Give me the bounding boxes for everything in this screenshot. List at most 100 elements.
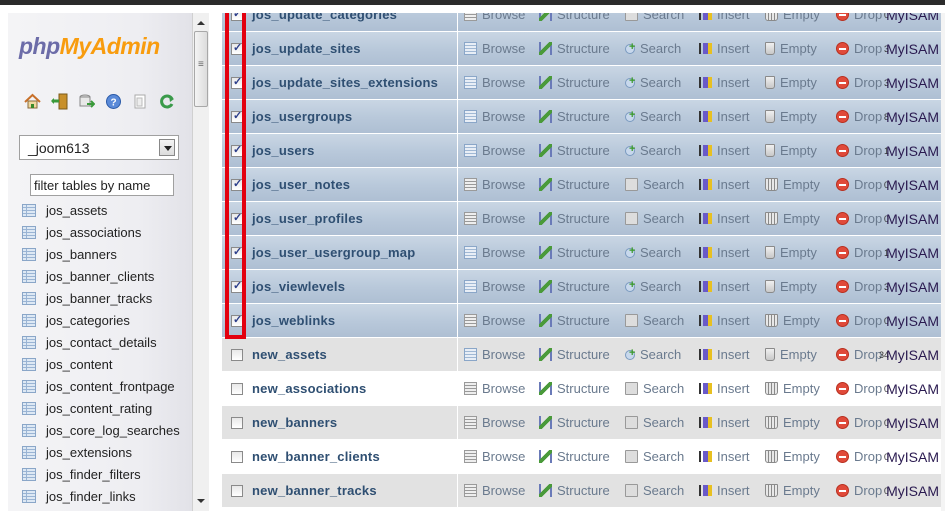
row-checkbox[interactable] <box>231 348 243 361</box>
insert-action[interactable]: Insert <box>699 75 759 90</box>
drop-action[interactable]: Drop <box>836 211 882 226</box>
browse-action[interactable]: Browse <box>464 279 533 294</box>
sidebar-table-name[interactable]: jos_associations <box>46 225 141 240</box>
empty-action[interactable]: Empty <box>765 143 830 158</box>
browse-action[interactable]: Browse <box>464 13 533 22</box>
table-icon[interactable] <box>22 335 36 349</box>
table-name-link[interactable]: jos_user_notes <box>252 177 457 192</box>
query-window-icon[interactable] <box>78 93 96 110</box>
table-icon[interactable] <box>22 357 36 371</box>
structure-action[interactable]: Structure <box>539 245 619 260</box>
table-name-link[interactable]: jos_update_sites <box>252 41 457 56</box>
table-name-link[interactable]: jos_usergroups <box>252 109 457 124</box>
table-name-link[interactable]: new_banners <box>252 415 457 430</box>
table-name-link[interactable]: new_banner_clients <box>252 449 457 464</box>
row-checkbox[interactable] <box>231 279 243 293</box>
structure-action[interactable]: Structure <box>539 211 619 226</box>
sidebar-table-item[interactable]: jos_finder_filters <box>22 463 180 485</box>
row-checkbox[interactable] <box>231 484 243 497</box>
empty-action[interactable]: Empty <box>765 279 830 294</box>
insert-action[interactable]: Insert <box>699 109 759 124</box>
drop-action[interactable]: Drop <box>836 41 882 56</box>
sidebar-table-name[interactable]: jos_categories <box>46 313 130 328</box>
row-checkbox[interactable] <box>231 13 243 21</box>
table-icon[interactable] <box>22 225 36 239</box>
sidebar-table-item[interactable]: jos_extensions <box>22 441 180 463</box>
drop-action[interactable]: Drop <box>836 109 882 124</box>
structure-action[interactable]: Structure <box>539 347 619 362</box>
table-name-link[interactable]: jos_users <box>252 143 457 158</box>
empty-action[interactable]: Empty <box>765 415 830 430</box>
sidebar-table-item[interactable]: jos_finder_links <box>22 485 180 507</box>
table-icon[interactable] <box>22 269 36 283</box>
search-action[interactable]: Search <box>625 415 693 430</box>
empty-action[interactable]: Empty <box>765 347 830 362</box>
structure-action[interactable]: Structure <box>539 177 619 192</box>
browse-action[interactable]: Browse <box>464 313 533 328</box>
phpmyadmin-logo[interactable]: phpMyAdmin <box>19 33 160 60</box>
browse-action[interactable]: Browse <box>464 449 533 464</box>
structure-action[interactable]: Structure <box>539 143 619 158</box>
empty-action[interactable]: Empty <box>765 483 830 498</box>
search-action[interactable]: Search <box>625 279 693 294</box>
structure-action[interactable]: Structure <box>539 109 619 124</box>
insert-action[interactable]: Insert <box>699 211 759 226</box>
insert-action[interactable]: Insert <box>699 245 759 260</box>
structure-action[interactable]: Structure <box>539 13 619 22</box>
search-action[interactable]: Search <box>625 313 693 328</box>
sidebar-table-name[interactable]: jos_finder_links <box>46 489 136 504</box>
sidebar-table-item[interactable]: jos_content_frontpage <box>22 375 180 397</box>
insert-action[interactable]: Insert <box>699 143 759 158</box>
home-icon[interactable] <box>24 93 41 110</box>
table-name-link[interactable]: new_assets <box>252 347 457 362</box>
browse-action[interactable]: Browse <box>464 41 533 56</box>
browse-action[interactable]: Browse <box>464 143 533 158</box>
row-checkbox[interactable] <box>231 41 243 55</box>
row-checkbox[interactable] <box>231 245 243 259</box>
browse-action[interactable]: Browse <box>464 483 533 498</box>
sidebar-table-item[interactable]: jos_banner_tracks <box>22 287 180 309</box>
search-action[interactable]: Search <box>625 245 693 260</box>
search-action[interactable]: Search <box>625 143 693 158</box>
docs-icon[interactable] <box>132 93 149 110</box>
reload-icon[interactable] <box>159 93 176 110</box>
row-checkbox[interactable] <box>231 211 243 225</box>
table-icon[interactable] <box>22 247 36 261</box>
sidebar-table-item[interactable]: jos_banners <box>22 243 180 265</box>
insert-action[interactable]: Insert <box>699 449 759 464</box>
row-checkbox[interactable] <box>231 416 243 429</box>
browse-action[interactable]: Browse <box>464 75 533 90</box>
drop-action[interactable]: Drop <box>836 449 882 464</box>
filter-tables-input[interactable]: filter tables by name <box>30 174 174 196</box>
insert-action[interactable]: Insert <box>699 381 759 396</box>
search-action[interactable]: Search <box>625 177 693 192</box>
sidebar-table-item[interactable]: jos_content <box>22 353 180 375</box>
browse-action[interactable]: Browse <box>464 347 533 362</box>
empty-action[interactable]: Empty <box>765 449 830 464</box>
structure-action[interactable]: Structure <box>539 75 619 90</box>
insert-action[interactable]: Insert <box>699 13 759 22</box>
browse-action[interactable]: Browse <box>464 177 533 192</box>
table-icon[interactable] <box>22 445 36 459</box>
exit-icon[interactable] <box>51 93 68 110</box>
sidebar-table-item[interactable]: jos_banner_clients <box>22 265 180 287</box>
drop-action[interactable]: Drop <box>836 245 882 260</box>
drop-action[interactable]: Drop <box>836 75 882 90</box>
table-name-link[interactable]: jos_user_usergroup_map <box>252 245 457 260</box>
sidebar-table-item[interactable]: jos_assets <box>22 199 180 221</box>
search-action[interactable]: Search <box>625 109 693 124</box>
insert-action[interactable]: Insert <box>699 483 759 498</box>
drop-action[interactable]: Drop <box>836 347 882 362</box>
table-icon[interactable] <box>22 401 36 415</box>
table-name-link[interactable]: jos_update_categories <box>252 13 457 22</box>
sidebar-scrollbar[interactable] <box>192 13 209 511</box>
search-action[interactable]: Search <box>625 347 693 362</box>
table-name-link[interactable]: jos_viewlevels <box>252 279 457 294</box>
browse-action[interactable]: Browse <box>464 109 533 124</box>
table-icon[interactable] <box>22 379 36 393</box>
insert-action[interactable]: Insert <box>699 415 759 430</box>
sidebar-table-name[interactable]: jos_finder_filters <box>46 467 141 482</box>
structure-action[interactable]: Structure <box>539 381 619 396</box>
database-select[interactable]: _joom613 <box>19 135 179 160</box>
search-action[interactable]: Search <box>625 13 693 22</box>
